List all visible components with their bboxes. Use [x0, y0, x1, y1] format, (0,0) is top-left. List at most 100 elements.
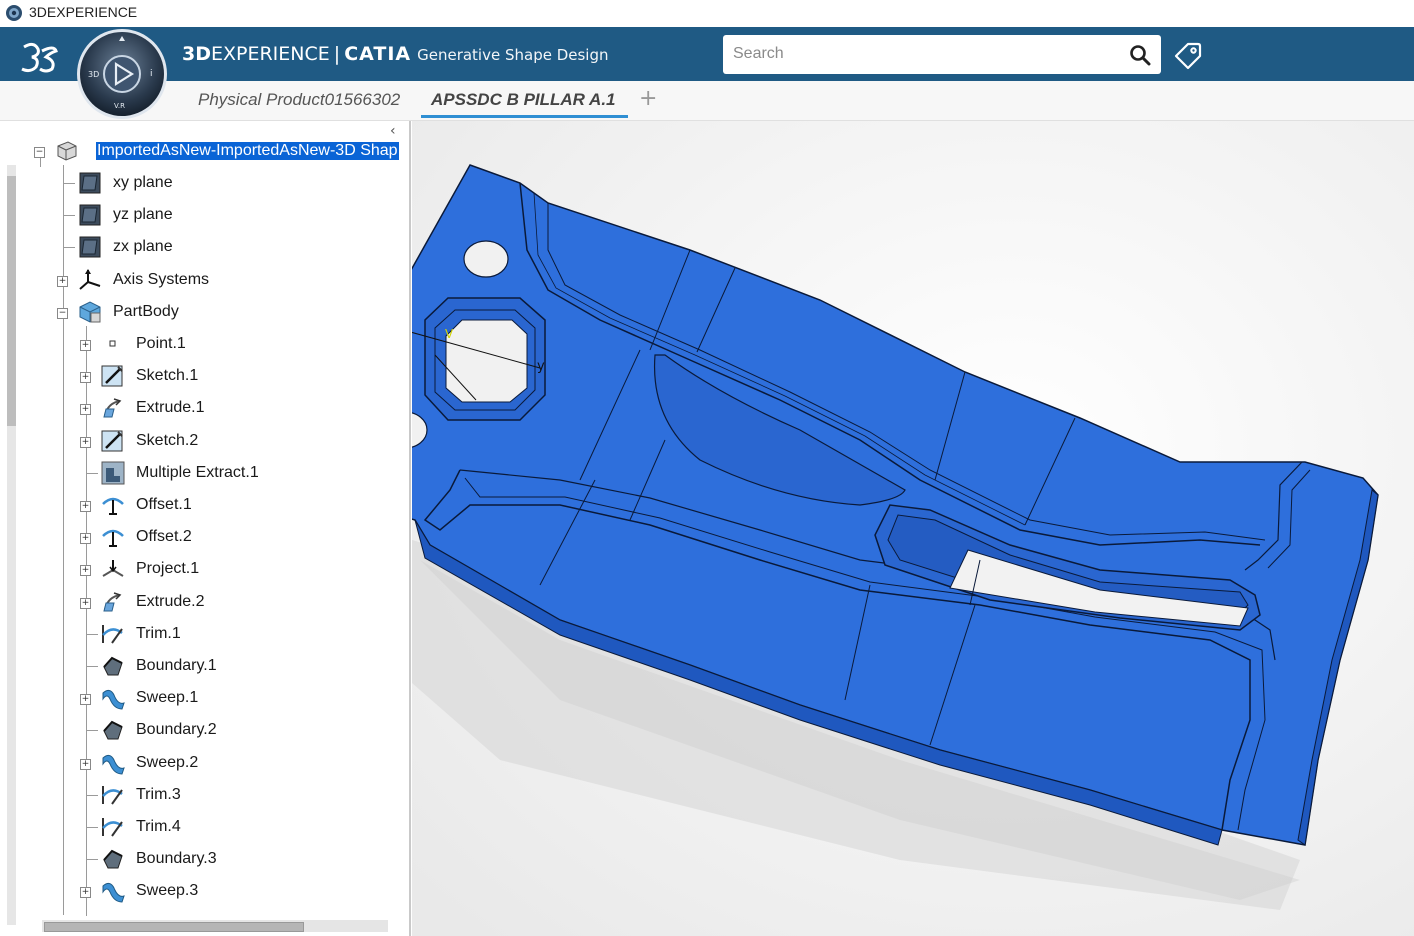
tree-item-label[interactable]: Boundary.1 — [136, 657, 217, 675]
window-titlebar: 3DEXPERIENCE — [0, 0, 1414, 27]
tree-connector — [86, 859, 98, 861]
tree-item-label[interactable]: Axis Systems — [113, 271, 209, 289]
tree-item-label[interactable]: Sketch.1 — [136, 367, 198, 385]
tree-item-label[interactable]: PartBody — [113, 303, 179, 321]
tree-item-label[interactable]: Trim.1 — [136, 625, 181, 643]
part-icon — [54, 138, 80, 168]
tree-item-label[interactable]: Sweep.1 — [136, 689, 198, 707]
tree-horizontal-scroll-thumb[interactable] — [44, 922, 304, 932]
tree-item-label[interactable]: Boundary.3 — [136, 850, 217, 868]
tree-expander[interactable]: − — [57, 307, 68, 319]
plane-icon — [77, 170, 103, 200]
search-icon[interactable] — [1129, 44, 1151, 66]
tree-connector — [86, 472, 98, 474]
tree-expander[interactable]: + — [80, 340, 91, 351]
tree-item-label[interactable]: Extrude.2 — [136, 593, 204, 611]
tree-expander[interactable]: + — [80, 565, 91, 577]
brand-3d: 3D — [182, 43, 211, 65]
tree-root-label[interactable]: ImportedAsNew-ImportedAsNew-3D Shap — [96, 142, 399, 160]
3dexperience-app-icon — [6, 5, 22, 21]
tree-item-label[interactable]: xy plane — [113, 174, 173, 192]
compass-info-label: i — [150, 69, 153, 79]
tab-physical-product[interactable]: Physical Product01566302 — [198, 90, 400, 110]
tree-expander[interactable]: + — [80, 372, 91, 384]
tree-expander[interactable]: + — [80, 887, 91, 899]
tree-expander[interactable]: + — [80, 436, 91, 448]
project-icon — [100, 556, 126, 586]
app-brand: 3DEXPERIENCE | CATIA Generative Shape Desig… — [182, 43, 609, 65]
extrude-icon — [100, 589, 126, 619]
tree-item-label[interactable]: Sweep.2 — [136, 754, 198, 772]
tree-item-label[interactable]: Multiple Extract.1 — [136, 464, 259, 482]
tree-item-label[interactable]: yz plane — [113, 206, 173, 224]
tree-expander[interactable]: + — [80, 758, 91, 770]
tree-item-label[interactable]: Boundary.2 — [136, 721, 217, 739]
axis-system-icon — [77, 267, 103, 297]
partbody-icon — [77, 299, 103, 329]
active-tab-indicator — [421, 115, 628, 118]
tree-expander[interactable]: + — [80, 404, 91, 416]
boundary-icon — [100, 846, 126, 876]
compass-icon[interactable]: 3D i V.R — [76, 28, 168, 120]
boundary-icon — [100, 653, 126, 683]
tree-item-label[interactable]: Point.1 — [136, 335, 186, 353]
tab-bar: Physical Product01566302 APSSDC B PILLAR… — [0, 81, 1414, 121]
tree-item-label[interactable]: Offset.1 — [136, 496, 192, 514]
tree-expander[interactable]: + — [80, 597, 91, 609]
dassault-logo-icon[interactable] — [18, 39, 62, 75]
tree-item-label[interactable]: Trim.3 — [136, 786, 181, 804]
point-icon — [100, 331, 126, 361]
boundary-icon — [100, 717, 126, 747]
part-model[interactable]: z y x H V V — [412, 121, 1414, 936]
tree-expander[interactable]: − — [34, 147, 45, 158]
specification-tree: ‹ − ImportedAsNew-ImportedAsNew-3D Shap … — [0, 121, 412, 936]
sweep-icon — [100, 878, 126, 908]
tree-item-label[interactable]: Sweep.3 — [136, 882, 198, 900]
tree-item-label[interactable]: Offset.2 — [136, 528, 192, 546]
offset-icon — [100, 524, 126, 554]
tree-connector — [63, 247, 75, 249]
window-title: 3DEXPERIENCE — [29, 4, 138, 20]
tree-item-label[interactable]: Sketch.2 — [136, 432, 198, 450]
3d-viewport[interactable]: z y x H V V — [412, 121, 1414, 936]
search-input[interactable] — [723, 35, 1113, 72]
tree-connector — [63, 215, 75, 217]
tree-expander[interactable]: + — [80, 694, 91, 706]
tree-item-label[interactable]: zx plane — [113, 238, 173, 256]
trim-icon — [100, 814, 126, 844]
app-name: Generative Shape Design — [417, 46, 609, 64]
tree-vertical-scroll-thumb[interactable] — [7, 176, 16, 426]
tree-expander[interactable]: + — [80, 501, 91, 512]
tree-divider[interactable] — [409, 121, 411, 936]
plane-icon — [77, 234, 103, 264]
compass-vr-label: V.R — [114, 102, 125, 110]
extract-icon — [100, 460, 126, 490]
tree-item-label[interactable]: Extrude.1 — [136, 399, 204, 417]
collapse-tree-button[interactable]: ‹ — [390, 123, 396, 139]
brand-experience: EXPERIENCE — [211, 43, 330, 65]
tree-connector — [86, 666, 98, 667]
tree-item-label[interactable]: Trim.4 — [136, 818, 181, 836]
offset-icon — [100, 492, 126, 522]
trim-icon — [100, 782, 126, 812]
extrude-icon — [100, 395, 126, 425]
tree-item-label[interactable]: Project.1 — [136, 560, 199, 578]
search-box[interactable] — [723, 35, 1161, 74]
add-tab-button[interactable]: + — [639, 86, 657, 111]
compass-3d-label: 3D — [88, 70, 99, 79]
sketch-icon — [100, 363, 126, 393]
axis-y-label: y — [537, 359, 545, 374]
tag-icon[interactable] — [1172, 40, 1204, 72]
tree-connector — [86, 827, 98, 828]
plane-icon — [77, 202, 103, 232]
tree-connector — [86, 633, 98, 635]
tree-expander[interactable]: + — [80, 533, 91, 545]
sweep-icon — [100, 685, 126, 715]
tree-connector — [40, 157, 41, 167]
tab-b-pillar[interactable]: APSSDC B PILLAR A.1 — [431, 90, 616, 110]
sketch-icon — [100, 428, 126, 458]
tree-connector — [63, 183, 75, 184]
trim-icon — [100, 621, 126, 651]
tree-connector — [86, 730, 98, 732]
tree-expander[interactable]: + — [57, 275, 68, 287]
